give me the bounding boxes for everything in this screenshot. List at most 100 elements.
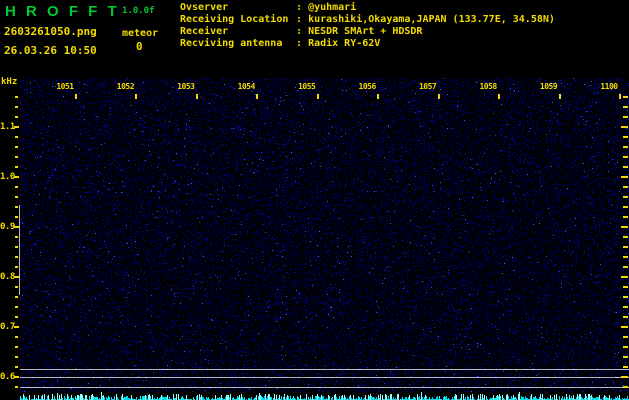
freq-tick-mark-left [15,366,18,368]
freq-unit-label: kHz [1,77,18,87]
freq-tick-mark-right [623,266,628,268]
freq-tick-mark-right [623,296,628,298]
freq-tick-mark-left [15,236,18,238]
hrofft-window: H R O F F T 1.0.0f 2603261050.png meteor… [0,0,629,400]
spectrogram-canvas [20,78,629,400]
freq-tick-mark-left [15,146,18,148]
time-tick-mark [618,94,621,99]
freq-tick-mark-left [15,356,18,358]
freq-tick-mark-right [623,316,628,318]
time-tick-mark [377,94,380,99]
freq-tick-mark-right [621,176,628,178]
time-tick-mark [135,94,138,99]
info-value: Radix RY-62V [308,38,381,49]
app-version: 1.0.0f [122,6,155,16]
time-tick-mark [256,94,259,99]
freq-tick-mark-right [623,306,628,308]
freq-tick-mark-right [623,166,628,168]
freq-tick-label: 0.9 [0,222,15,232]
info-sep: : [296,38,303,49]
freq-tick-mark-right [623,216,628,218]
freq-tick-mark-left [15,246,18,248]
freq-tick-mark-left [15,136,18,138]
freq-tick-mark-left [15,186,18,188]
time-tick-mark [558,94,561,99]
freq-tick-label: 1.0 [0,172,15,182]
time-tick-label: 1059 [539,82,558,91]
time-tick-label: 1055 [298,82,316,91]
time-tick-label: 1100 [600,82,618,91]
freq-tick-mark-right [623,356,628,358]
info-sep: : [296,2,303,13]
freq-tick-mark-right [623,116,628,118]
meteor-count-label: meteor [122,28,159,39]
freq-tick-mark-left [15,386,18,388]
time-tick-label: 1051 [56,82,74,91]
freq-tick-mark-right [623,136,628,138]
meteor-count-value: 0 [136,40,143,53]
capture-filename: 2603261050.png [4,25,97,38]
freq-tick-mark-left [15,256,18,258]
freq-tick-mark-left [15,116,18,118]
freq-tick-mark-right [621,226,628,228]
info-label: Recviving antenna [180,38,283,49]
freq-tick-mark-right [623,196,628,198]
app-title: H R O F F T [5,3,120,20]
freq-tick-label: 0.7 [0,322,15,332]
capture-timestamp: 26.03.26 10:50 [4,44,97,57]
freq-tick-mark-left [15,106,18,108]
freq-tick-mark-right [621,376,628,378]
freq-tick-mark-right [623,246,628,248]
freq-tick-mark-left [15,196,18,198]
freq-tick-mark-left [15,206,18,208]
station-info: Ovserver: @yuhmari Receiving Location: k… [180,2,555,50]
station-info-row: Recviving antenna: Radix RY-62V [180,38,555,50]
time-tick-label: 1058 [479,82,497,91]
freq-tick-mark-right [623,156,628,158]
freq-tick-mark-right [621,126,628,128]
time-tick-label: 1052 [116,82,135,91]
time-tick-mark [195,94,198,99]
freq-tick-mark-left [15,166,18,168]
freq-tick-mark-right [623,96,628,98]
info-value: kurashiki,Okayama,JAPAN (133.77E, 34.58N… [308,14,555,25]
info-label: Receiver [180,26,229,37]
freq-tick-mark-left [15,316,18,318]
freq-tick-mark-left [15,216,18,218]
info-label: Ovserver [180,2,229,13]
freq-tick-mark-left [15,306,18,308]
time-tick-label: 1053 [177,82,195,91]
time-tick-label: 1056 [358,82,377,91]
count-band-marker [19,205,20,295]
freq-tick-mark-left [15,296,18,298]
freq-tick-mark-right [623,366,628,368]
freq-tick-mark-right [623,286,628,288]
freq-tick-mark-right [623,256,628,258]
freq-tick-mark-left [15,336,18,338]
freq-tick-label: 0.6 [0,372,15,382]
freq-tick-mark-right [623,106,628,108]
freq-tick-mark-left [15,346,18,348]
freq-tick-mark-left [15,96,18,98]
station-info-row: Receiver: NESDR SMArt + HDSDR [180,26,555,38]
time-tick-mark [75,94,77,99]
info-sep: : [296,14,303,25]
time-tick-label: 1057 [418,82,437,91]
freq-tick-mark-right [621,326,628,328]
freq-tick-mark-left [15,266,18,268]
info-value: @yuhmari [308,2,357,13]
freq-tick-label: 1.1 [0,122,15,132]
time-tick-mark [498,94,501,99]
station-info-row: Ovserver: @yuhmari [180,2,555,14]
freq-tick-mark-right [623,346,628,348]
info-sep: : [296,26,303,37]
time-tick-label: 1054 [237,82,256,91]
time-tick-mark [316,94,319,99]
freq-tick-mark-right [623,236,628,238]
info-label: Receiving Location [180,14,289,25]
freq-tick-label: 0.8 [0,272,15,282]
freq-tick-mark-right [621,276,628,278]
freq-tick-mark-right [623,146,628,148]
station-info-row: Receiving Location: kurashiki,Okayama,JA… [180,14,555,26]
time-tick-mark [437,94,440,99]
